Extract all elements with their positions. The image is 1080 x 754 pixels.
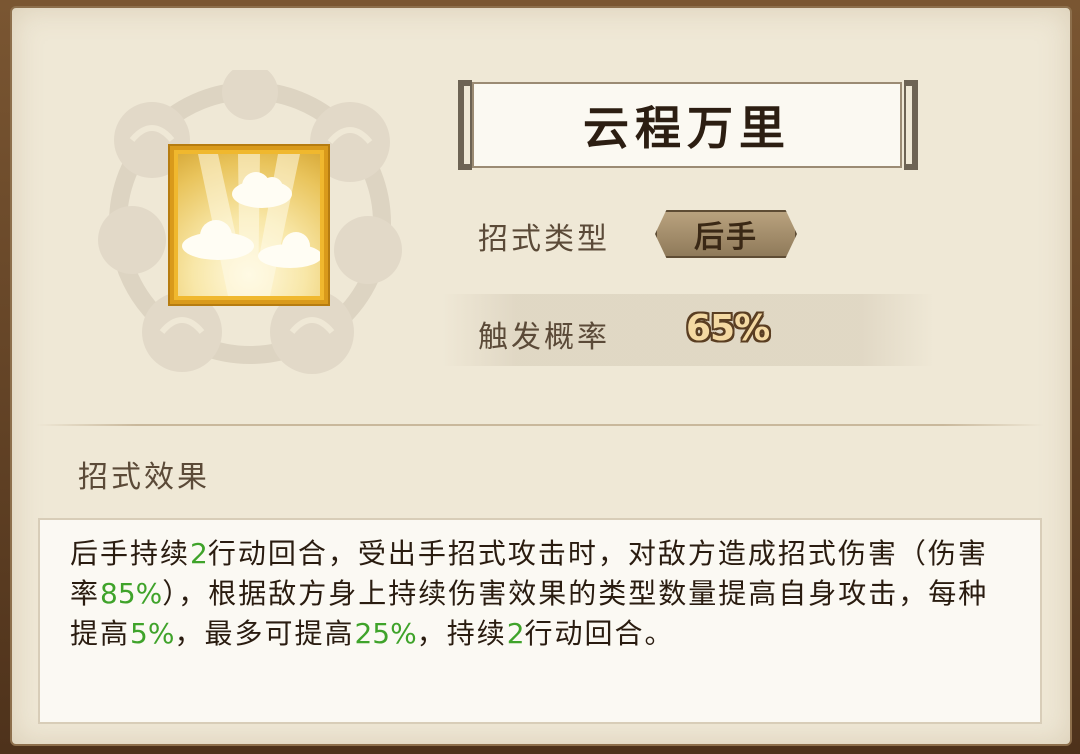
effect-text-4: ，最多可提高	[174, 617, 355, 650]
effect-value-duration: 2	[190, 537, 208, 570]
trigger-rate-value: 65%	[686, 308, 770, 349]
trigger-rate-label: 触发概率	[478, 320, 610, 355]
effect-heading: 招式效果	[78, 460, 210, 495]
effect-value-damage-rate: 85%	[100, 577, 163, 610]
effect-value-max: 25%	[354, 617, 417, 650]
effect-description-box: 后手持续2行动回合，受出手招式攻击时，对敌方造成招式伤害（伤害率85%），根据敌…	[38, 518, 1042, 724]
skill-type-label: 招式类型	[478, 222, 610, 257]
effect-value-buff-duration: 2	[506, 617, 525, 650]
effect-value-per-type: 5%	[130, 617, 175, 650]
skill-icon-frame[interactable]	[170, 146, 328, 304]
effect-text-6: 行动回合。	[524, 617, 675, 650]
skill-name: 云程万里	[583, 101, 791, 155]
skill-type-badge: 后手	[655, 210, 797, 258]
effect-description: 后手持续2行动回合，受出手招式攻击时，对敌方造成招式伤害（伤害率85%），根据敌…	[70, 534, 1010, 654]
cloud-icon	[178, 154, 320, 296]
title-box: 云程万里	[472, 82, 902, 168]
effect-text-5: ，持续	[416, 617, 507, 650]
title-bracket-left	[458, 80, 472, 170]
title-bracket-right	[904, 80, 918, 170]
section-divider	[36, 424, 1044, 426]
skill-title-plate: 云程万里	[458, 80, 918, 172]
effect-text-1: 后手持续	[70, 537, 191, 570]
skill-type-value: 后手	[694, 220, 758, 255]
